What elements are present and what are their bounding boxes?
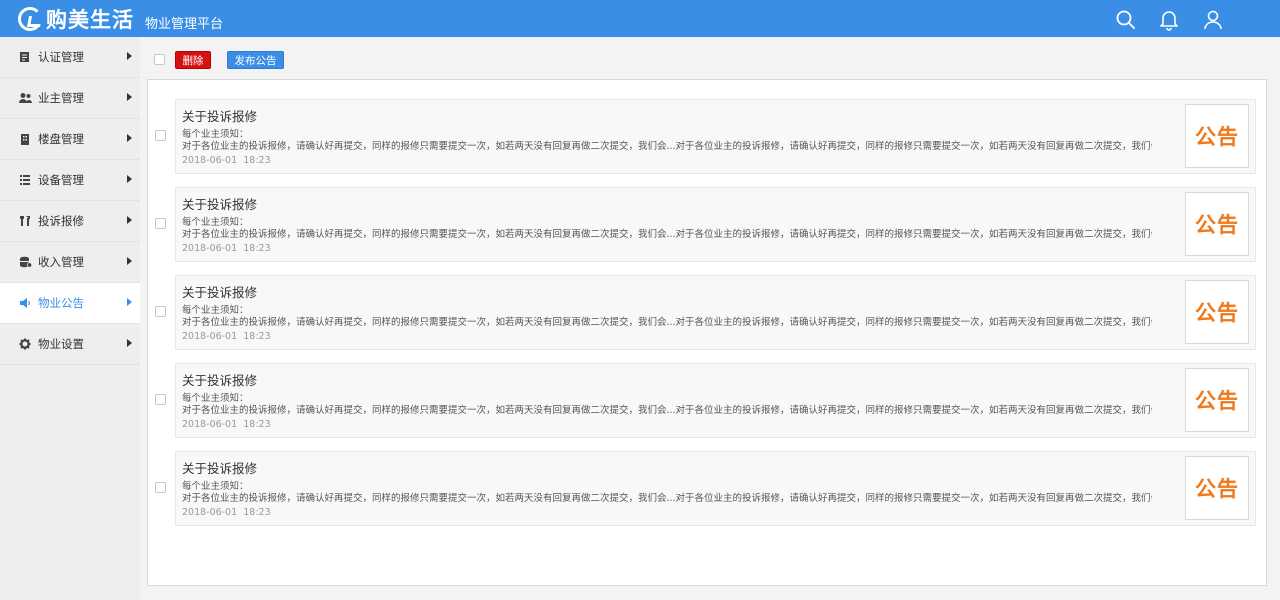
announcement-thumbnail[interactable]: 公告: [1185, 456, 1249, 520]
row-checkbox[interactable]: [155, 130, 166, 141]
chevron-right-icon: [127, 93, 132, 101]
announcement-title[interactable]: 关于投诉报修: [182, 282, 257, 301]
sidebar-item-settings[interactable]: 物业设置: [0, 324, 140, 365]
sidebar-item-label: 认证管理: [38, 50, 84, 64]
announcement-time: 18:23: [243, 331, 271, 342]
announcement-body: 对于各位业主的投诉报修，请确认好再提交，同样的报修只需要提交一次，如若两天没有回…: [182, 229, 1152, 240]
row-checkbox[interactable]: [155, 482, 166, 493]
select-all-checkbox[interactable]: [154, 54, 165, 65]
announcement-thumbnail[interactable]: 公告: [1185, 368, 1249, 432]
platform-title: 物业管理平台: [145, 17, 224, 32]
chevron-right-icon: [127, 52, 132, 60]
announcement-body: 对于各位业主的投诉报修，请确认好再提交，同样的报修只需要提交一次，如若两天没有回…: [182, 405, 1152, 416]
announcement-title[interactable]: 关于投诉报修: [182, 458, 257, 477]
chevron-right-icon: [127, 339, 132, 347]
announcement-card[interactable]: 关于投诉报修 每个业主须知： 对于各位业主的投诉报修，请确认好再提交，同样的报修…: [175, 187, 1256, 262]
sidebar-item-certification[interactable]: 认证管理: [0, 37, 140, 78]
announcement-time: 18:23: [243, 243, 271, 254]
announcement-time: 18:23: [243, 507, 271, 518]
announcement-timestamp: 2018-06-01 18:23: [182, 155, 271, 166]
announcement-timestamp: 2018-06-01 18:23: [182, 243, 271, 254]
certificate-icon: [18, 50, 32, 64]
database-icon: [18, 255, 32, 269]
chevron-right-icon: [127, 134, 132, 142]
sidebar-item-label: 物业设置: [38, 337, 84, 351]
announcement-list-panel: 关于投诉报修 每个业主须知： 对于各位业主的投诉报修，请确认好再提交，同样的报修…: [147, 79, 1267, 586]
publish-announcement-button[interactable]: 发布公告: [227, 51, 284, 69]
chevron-right-icon: [127, 257, 132, 265]
announcement-date: 2018-06-01: [182, 243, 238, 254]
chevron-right-icon: [127, 298, 132, 306]
sidebar-item-buildings[interactable]: 楼盘管理: [0, 119, 140, 160]
announcement-timestamp: 2018-06-01 18:23: [182, 331, 271, 342]
announcement-thumbnail[interactable]: 公告: [1185, 280, 1249, 344]
sidebar: 认证管理 业主管理 楼盘管理 设备管理 投诉报修 收入管理 物业公告 物业设置: [0, 37, 140, 600]
announcement-body: 对于各位业主的投诉报修，请确认好再提交，同样的报修只需要提交一次，如若两天没有回…: [182, 317, 1152, 328]
sidebar-item-label: 投诉报修: [38, 214, 84, 228]
announcement-thumbnail[interactable]: 公告: [1185, 104, 1249, 168]
building-icon: [18, 132, 32, 146]
announcement-card[interactable]: 关于投诉报修 每个业主须知： 对于各位业主的投诉报修，请确认好再提交，同样的报修…: [175, 451, 1256, 526]
announcement-title[interactable]: 关于投诉报修: [182, 370, 257, 389]
announcement-card[interactable]: 关于投诉报修 每个业主须知： 对于各位业主的投诉报修，请确认好再提交，同样的报修…: [175, 363, 1256, 438]
announcement-date: 2018-06-01: [182, 507, 238, 518]
announcement-title[interactable]: 关于投诉报修: [182, 194, 257, 213]
sidebar-item-label: 设备管理: [38, 173, 84, 187]
announcement-date: 2018-06-01: [182, 155, 238, 166]
announcement-title[interactable]: 关于投诉报修: [182, 106, 257, 125]
chevron-right-icon: [127, 216, 132, 224]
announcement-card[interactable]: 关于投诉报修 每个业主须知： 对于各位业主的投诉报修，请确认好再提交，同样的报修…: [175, 99, 1256, 174]
brand-name: 购美生活: [46, 8, 134, 32]
people-icon: [18, 91, 32, 105]
row-checkbox[interactable]: [155, 306, 166, 317]
delete-button[interactable]: 删除: [175, 51, 211, 69]
announcement-body: 对于各位业主的投诉报修，请确认好再提交，同样的报修只需要提交一次，如若两天没有回…: [182, 493, 1152, 504]
tools-icon: [18, 214, 32, 228]
sidebar-item-label: 物业公告: [38, 296, 84, 310]
sidebar-item-complaints[interactable]: 投诉报修: [0, 201, 140, 242]
sidebar-item-owners[interactable]: 业主管理: [0, 78, 140, 119]
search-icon[interactable]: [1115, 9, 1137, 31]
logo-icon: [18, 7, 42, 31]
speaker-icon: [18, 296, 32, 310]
announcement-time: 18:23: [243, 419, 271, 430]
sidebar-item-label: 楼盘管理: [38, 132, 84, 146]
sidebar-item-announcements[interactable]: 物业公告: [0, 283, 140, 324]
announcement-body: 对于各位业主的投诉报修，请确认好再提交，同样的报修只需要提交一次，如若两天没有回…: [182, 141, 1152, 152]
sidebar-item-label: 收入管理: [38, 255, 84, 269]
announcement-date: 2018-06-01: [182, 331, 238, 342]
sidebar-item-label: 业主管理: [38, 91, 84, 105]
chevron-right-icon: [127, 175, 132, 183]
bell-icon[interactable]: [1158, 9, 1180, 31]
row-checkbox[interactable]: [155, 394, 166, 405]
list-icon: [18, 173, 32, 187]
brand-logo[interactable]: 购美生活: [18, 6, 134, 32]
announcement-time: 18:23: [243, 155, 271, 166]
announcement-thumbnail[interactable]: 公告: [1185, 192, 1249, 256]
row-checkbox[interactable]: [155, 218, 166, 229]
announcement-timestamp: 2018-06-01 18:23: [182, 507, 271, 518]
user-icon[interactable]: [1202, 9, 1224, 31]
top-header: 购美生活 物业管理平台: [0, 0, 1280, 37]
announcement-date: 2018-06-01: [182, 419, 238, 430]
announcement-timestamp: 2018-06-01 18:23: [182, 419, 271, 430]
sidebar-item-income[interactable]: 收入管理: [0, 242, 140, 283]
sidebar-item-devices[interactable]: 设备管理: [0, 160, 140, 201]
gear-icon: [18, 337, 32, 351]
announcement-card[interactable]: 关于投诉报修 每个业主须知： 对于各位业主的投诉报修，请确认好再提交，同样的报修…: [175, 275, 1256, 350]
